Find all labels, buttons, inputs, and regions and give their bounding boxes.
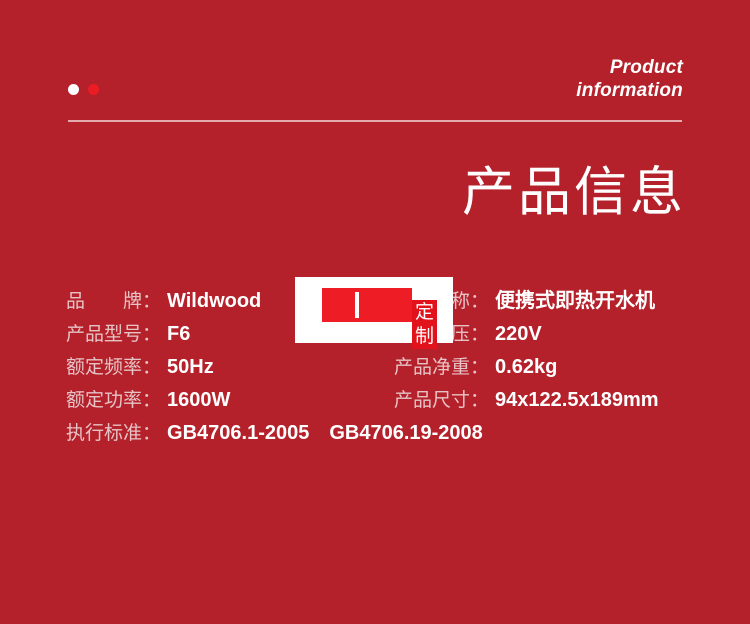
spec-label: 执行标准 [66,422,143,444]
page-title: 产品信息 [462,162,686,223]
spec-colon: ： [142,389,162,411]
brand-mark-icon [322,288,412,322]
spec-colon: ： [142,356,162,378]
spec-row: 额定频率 ： 50Hz 产品净重 ： 0.62kg [66,352,706,385]
spec-value: Wildwood [167,290,262,312]
product-information-banner: Product information 产品信息 品 牌 ： Wildwood … [0,0,750,624]
spec-item-standards: 执行标准 ： GB4706.1-2005 GB4706.19-2008 [66,418,706,446]
spec-colon: ： [142,323,162,345]
spec-colon: ： [142,422,162,444]
kicker-line-1: Product [609,57,683,78]
spec-label: 产品净重 [394,356,471,378]
spec-colon: ： [470,290,490,312]
spec-label: 产品尺寸 [394,389,471,411]
english-kicker: Product information [263,56,683,102]
spec-value: 便携式即热开水机 [495,288,656,312]
customization-badge: 定 制 [412,300,437,349]
spec-label: 额定频率 [66,356,143,378]
brand-mark-cell-right [359,292,408,318]
spec-item-dimensions: 产品尺寸 ： 94x122.5x189mm [394,385,706,413]
spec-value: 0.62kg [495,356,558,378]
dot-red-icon [88,84,99,95]
spec-value: 1600W [167,389,231,411]
badge-char-2: 制 [414,325,434,347]
spec-item-frequency: 额定频率 ： 50Hz [66,352,394,380]
spec-value: F6 [167,323,191,345]
spec-label: 额定功率 [66,389,143,411]
spec-value: 50Hz [167,356,214,378]
spec-row: 执行标准 ： GB4706.1-2005 GB4706.19-2008 [66,418,706,451]
decorative-dots [68,84,99,95]
spec-label: 产品型号 [66,323,143,345]
spec-item-power: 额定功率 ： 1600W [66,385,394,413]
spec-value: 94x122.5x189mm [495,389,659,411]
kicker-line-2: information [576,80,683,101]
spec-value: GB4706.1-2005 GB4706.19-2008 [167,422,483,444]
spec-colon: ： [142,290,162,312]
spec-colon: ： [470,389,490,411]
spec-item-net-weight: 产品净重 ： 0.62kg [394,352,706,380]
spec-colon: ： [470,323,490,345]
dot-white-icon [68,84,79,95]
badge-char-1: 定 [414,301,434,323]
header-divider [68,120,682,122]
spec-colon: ： [470,356,490,378]
spec-row: 额定功率 ： 1600W 产品尺寸 ： 94x122.5x189mm [66,385,706,418]
brand-mark-cell-left [326,292,359,318]
spec-value: 220V [495,323,542,345]
spec-label: 品 牌 [66,290,143,312]
